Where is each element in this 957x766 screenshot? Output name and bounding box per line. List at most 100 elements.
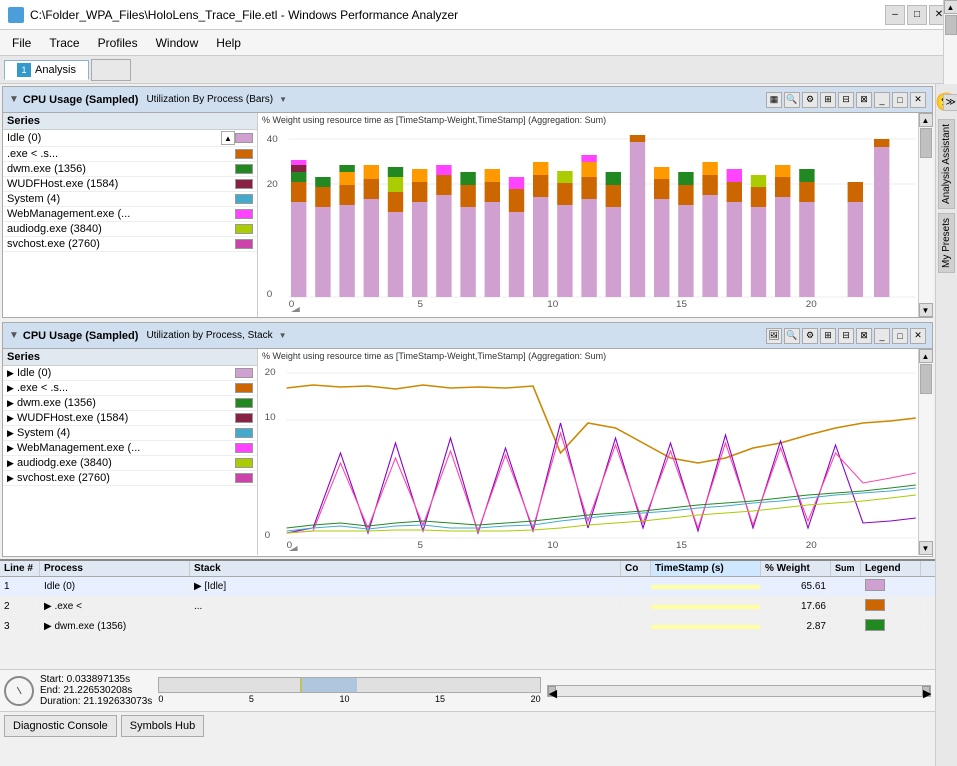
series-idle-color <box>235 133 253 143</box>
tick-20: 20 <box>531 694 541 704</box>
panel2-dropdown-icon[interactable]: ▼ <box>279 331 287 340</box>
diagnostic-console-button[interactable]: Diagnostic Console <box>4 715 117 737</box>
app-icon <box>8 7 24 23</box>
panel-cpu-stack: ▼ CPU Usage (Sampled) Utilization by Pro… <box>2 322 933 557</box>
expand-icon3[interactable]: ▶ <box>7 398 17 409</box>
panel1-grid3-icon[interactable]: ⊠ <box>856 92 872 108</box>
h-scroll-btn-right[interactable]: ▶ <box>922 686 930 696</box>
panel2-grid3-icon[interactable]: ⊠ <box>856 328 872 344</box>
scroll-up-btn[interactable]: ▲ <box>919 113 933 127</box>
panel1-close-icon[interactable]: ✕ <box>910 92 926 108</box>
cell-sum-3 <box>831 625 861 629</box>
timeline-track[interactable] <box>158 677 540 693</box>
svg-text:10: 10 <box>547 540 558 550</box>
h-scroll-btn-left[interactable]: ◀ <box>548 686 556 696</box>
series-audio-label: audiodg.exe (3840) <box>7 223 235 235</box>
panel2-grid1-icon[interactable]: ⊞ <box>820 328 836 344</box>
scroll-down-btn[interactable]: ▼ <box>919 303 933 317</box>
panel1-dropdown-icon[interactable]: ▼ <box>279 95 287 104</box>
panel2-search-icon[interactable]: 🔍 <box>784 328 800 344</box>
menu-bar: File Trace Profiles Window Help <box>0 30 957 56</box>
h-scrollbar[interactable]: ◀ ▶ <box>547 685 931 697</box>
series2-idle-label: Idle (0) <box>17 367 235 379</box>
panel2-grid2-icon[interactable]: ⊟ <box>838 328 854 344</box>
cell-co-1 <box>621 585 651 589</box>
scroll-up-btn2[interactable]: ▲ <box>919 349 933 363</box>
expand-icon2[interactable]: ▶ <box>7 383 17 394</box>
panel1-max-icon[interactable]: □ <box>892 92 908 108</box>
cell-legend-3 <box>861 617 921 636</box>
new-tab-area[interactable] <box>91 59 131 81</box>
expand-icon6[interactable]: ▶ <box>7 443 17 454</box>
series-exe-label: .exe < .s... <box>7 148 235 160</box>
minimize-button[interactable]: – <box>885 5 905 25</box>
expand-icon[interactable]: ▶ <box>7 368 17 379</box>
cell-legend-2 <box>861 597 921 616</box>
menu-help[interactable]: Help <box>208 34 249 52</box>
panel1-grid1-icon[interactable]: ⊞ <box>820 92 836 108</box>
series-svc-label: svchost.exe (2760) <box>7 238 235 250</box>
menu-window[interactable]: Window <box>148 34 207 52</box>
panel1-header: ▼ CPU Usage (Sampled) Utilization By Pro… <box>3 87 932 113</box>
expand-icon5[interactable]: ▶ <box>7 428 17 439</box>
series2-svc-color <box>235 473 253 483</box>
panel1-vscroll[interactable]: ▲ ▼ <box>918 113 932 317</box>
panel2-vscroll[interactable]: ▲ ▼ <box>918 349 932 555</box>
panel2-max-icon[interactable]: □ <box>892 328 908 344</box>
cell-sum-1 <box>831 585 861 589</box>
panel1-settings-icon[interactable]: ⚙ <box>802 92 818 108</box>
menu-trace[interactable]: Trace <box>41 34 87 52</box>
menu-profiles[interactable]: Profiles <box>90 34 146 52</box>
tab-analysis[interactable]: 1 Analysis <box>4 60 89 80</box>
panel2-collapse-icon[interactable]: ▼ <box>9 330 19 341</box>
series-row: ▶ Idle (0) <box>3 366 257 381</box>
panel1-collapse-icon[interactable]: ▼ <box>9 94 19 105</box>
scroll-track2 <box>919 363 933 541</box>
panel1-series-panel: Series Idle (0) ▲ .exe < .s... <box>3 113 258 317</box>
table-row[interactable]: 1 Idle (0) ▶ [Idle] 65.61 <box>0 577 935 597</box>
sidebar-toggle-icon[interactable]: ≫ <box>943 94 957 111</box>
panel2-controls: 🖼 🔍 ⚙ ⊞ ⊟ ⊠ _ □ ✕ <box>766 328 926 344</box>
scroll-thumb[interactable] <box>920 128 932 158</box>
table-row[interactable]: 3 ▶ dwm.exe (1356) 2.87 <box>0 617 935 637</box>
bottom-bar: Diagnostic Console Symbols Hub <box>0 711 935 739</box>
sidebar-my-presets[interactable]: My Presets <box>938 213 955 273</box>
cell-co-2 <box>621 605 651 609</box>
panel1-controls: ▦ 🔍 ⚙ ⊞ ⊟ ⊠ _ □ ✕ <box>766 92 926 108</box>
timeline-container: 0 5 10 15 20 <box>158 677 540 704</box>
series-row: dwm.exe (1356) <box>3 162 257 177</box>
panel2-min-icon[interactable]: _ <box>874 328 890 344</box>
content-area: ▼ CPU Usage (Sampled) Utilization By Pro… <box>0 84 935 766</box>
expand-icon7[interactable]: ▶ <box>7 458 17 469</box>
menu-file[interactable]: File <box>4 34 39 52</box>
col-sum: Sum <box>831 561 861 576</box>
table-row[interactable]: 2 ▶ .exe < ... 17.66 <box>0 597 935 617</box>
series-idle-scroll-up[interactable]: ▲ <box>221 131 235 145</box>
panel1-min-icon[interactable]: _ <box>874 92 890 108</box>
series-row: WebManagement.exe (... <box>3 207 257 222</box>
sidebar-analysis-assistant[interactable]: Analysis Assistant <box>938 119 955 209</box>
panel1-grid2-icon[interactable]: ⊟ <box>838 92 854 108</box>
expand-icon8[interactable]: ▶ <box>7 473 17 484</box>
symbols-hub-button[interactable]: Symbols Hub <box>121 715 204 737</box>
main-area: ▼ CPU Usage (Sampled) Utilization By Pro… <box>0 84 957 766</box>
panel2-close-icon[interactable]: ✕ <box>910 328 926 344</box>
svg-text:20: 20 <box>265 367 276 377</box>
cell-weight-3: 2.87 <box>761 619 831 634</box>
panel1-bar-icon[interactable]: ▦ <box>766 92 782 108</box>
panel1-search-icon[interactable]: 🔍 <box>784 92 800 108</box>
scroll-thumb2[interactable] <box>920 364 932 394</box>
clock-icon <box>4 676 34 706</box>
series2-dwm-color <box>235 398 253 408</box>
panel2-chart-svg: 20 10 0 <box>258 363 918 551</box>
maximize-button[interactable]: □ <box>907 5 927 25</box>
window-title: C:\Folder_WPA_Files\HoloLens_Trace_File.… <box>30 8 458 22</box>
cell-weight-1: 65.61 <box>761 579 831 594</box>
panel2-img-icon[interactable]: 🖼 <box>766 328 782 344</box>
panel2-settings-icon[interactable]: ⚙ <box>802 328 818 344</box>
scroll-down-btn2[interactable]: ▼ <box>919 541 933 555</box>
panel2-chart-title: % Weight using resource time as [TimeSta… <box>258 349 918 363</box>
timeline-selection <box>300 678 357 692</box>
series-exe-color <box>235 149 253 159</box>
expand-icon4[interactable]: ▶ <box>7 413 17 424</box>
